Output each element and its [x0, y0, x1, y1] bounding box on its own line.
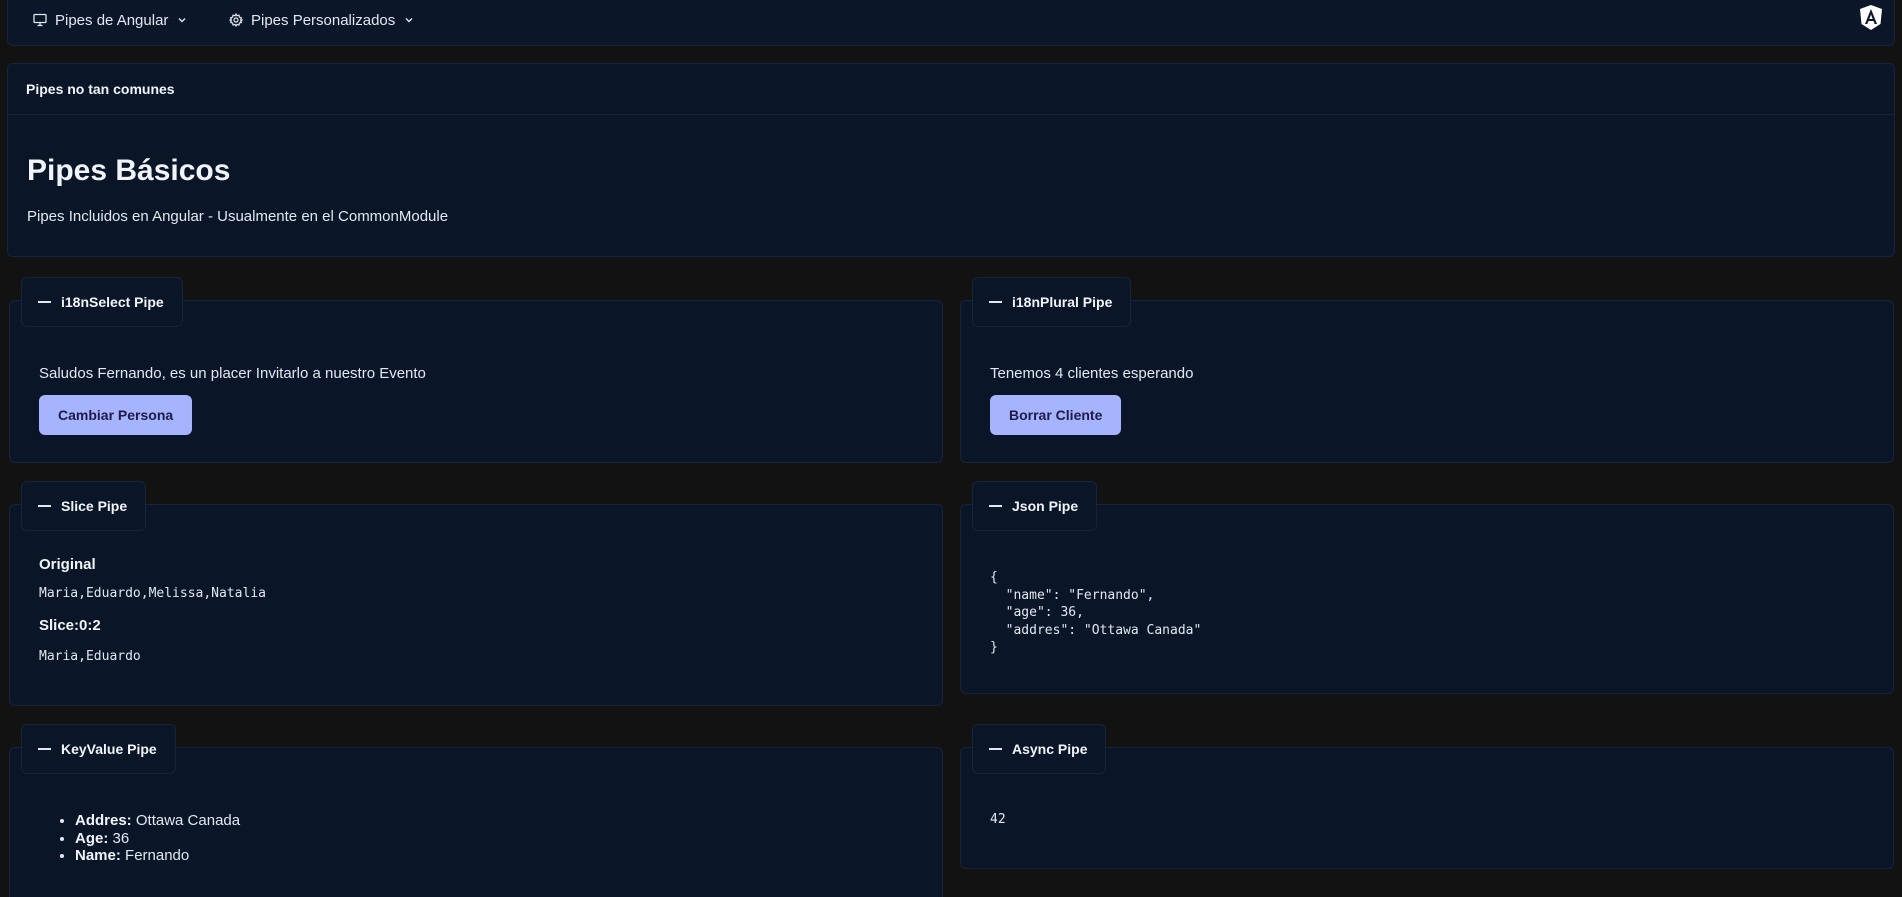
list-item: Age: 36 — [75, 830, 240, 848]
card-legend-toggle[interactable]: i18nSelect Pipe — [21, 277, 183, 327]
card-legend-toggle[interactable]: Json Pipe — [972, 481, 1098, 531]
card-slice: Slice Pipe Original Maria,Eduardo,Meliss… — [9, 481, 943, 706]
menu-pipes-personalizados[interactable]: Pipes Personalizados — [229, 8, 414, 32]
keyvalue-list: Addres: Ottawa Canada Age: 36 Name: Fern… — [39, 812, 240, 865]
card-legend-label: i18nPlural Pipe — [1012, 294, 1113, 310]
chevron-down-icon — [178, 18, 186, 23]
monitor-icon — [33, 13, 47, 27]
card-legend-label: Async Pipe — [1012, 741, 1088, 757]
card-legend-toggle[interactable]: i18nPlural Pipe — [972, 277, 1132, 327]
change-person-button[interactable]: Cambiar Persona — [39, 395, 193, 435]
top-menubar: Pipes de Angular Pipes Personalizados — [7, 0, 1895, 46]
i18nselect-text: Saludos Fernando, es un placer Invitarlo… — [39, 365, 426, 382]
async-value: 42 — [990, 812, 1006, 827]
card-legend-label: i18nSelect Pipe — [61, 294, 164, 310]
card-legend-toggle[interactable]: Slice Pipe — [21, 481, 147, 531]
minus-icon — [38, 301, 51, 303]
page-title: Pipes Básicos — [27, 154, 231, 187]
chevron-down-icon — [405, 18, 413, 23]
slice-slice-label: Slice:0:2 — [39, 617, 101, 634]
keyvalue-key: Name: — [75, 847, 121, 864]
angular-logo-icon[interactable] — [1858, 4, 1884, 32]
delete-client-button[interactable]: Borrar Cliente — [990, 395, 1122, 435]
card-legend-toggle[interactable]: KeyValue Pipe — [21, 724, 176, 774]
panel-title: Pipes no tan comunes — [8, 64, 1894, 115]
card-legend-label: KeyValue Pipe — [61, 741, 157, 757]
card-async: Async Pipe 42 — [960, 724, 1894, 869]
list-item: Name: Fernando — [75, 847, 240, 865]
keyvalue-key: Addres: — [75, 812, 132, 829]
card-legend-label: Slice Pipe — [61, 498, 128, 514]
card-i18nselect: i18nSelect Pipe Saludos Fernando, es un … — [9, 277, 943, 463]
slice-slice-value: Maria,Eduardo — [39, 649, 141, 664]
slice-original-value: Maria,Eduardo,Melissa,Natalia — [39, 586, 266, 601]
minus-icon — [989, 301, 1002, 303]
menu-label: Pipes de Angular — [55, 11, 169, 29]
card-keyvalue: KeyValue Pipe Addres: Ottawa Canada Age:… — [9, 724, 943, 897]
card-i18nplural: i18nPlural Pipe Tenemos 4 clientes esper… — [960, 277, 1894, 463]
page-subtitle: Pipes Incluidos en Angular - Usualmente … — [27, 208, 449, 225]
minus-icon — [38, 505, 51, 507]
list-item: Addres: Ottawa Canada — [75, 812, 240, 830]
minus-icon — [38, 748, 51, 750]
card-legend-label: Json Pipe — [1012, 498, 1079, 514]
keyvalue-key: Age: — [75, 829, 109, 847]
minus-icon — [989, 505, 1002, 507]
minus-icon — [989, 748, 1002, 750]
keyvalue-value: Fernando — [125, 847, 190, 864]
keyvalue-value: 36 — [112, 829, 130, 847]
card-json: Json Pipe { "name": "Fernando", "age": 3… — [960, 481, 1894, 694]
keyvalue-value: Ottawa Canada — [135, 812, 241, 829]
i18nplural-text: Tenemos 4 clientes esperando — [990, 365, 1194, 382]
header-panel: Pipes no tan comunes Pipes Básicos Pipes… — [7, 63, 1895, 257]
json-output: { "name": "Fernando", "age": 36, "addres… — [990, 570, 1202, 655]
menu-label: Pipes Personalizados — [251, 11, 396, 29]
slice-original-label: Original — [39, 556, 96, 573]
menu-pipes-angular[interactable]: Pipes de Angular — [33, 8, 187, 32]
card-legend-toggle[interactable]: Async Pipe — [972, 724, 1107, 774]
gear-icon — [229, 13, 243, 27]
